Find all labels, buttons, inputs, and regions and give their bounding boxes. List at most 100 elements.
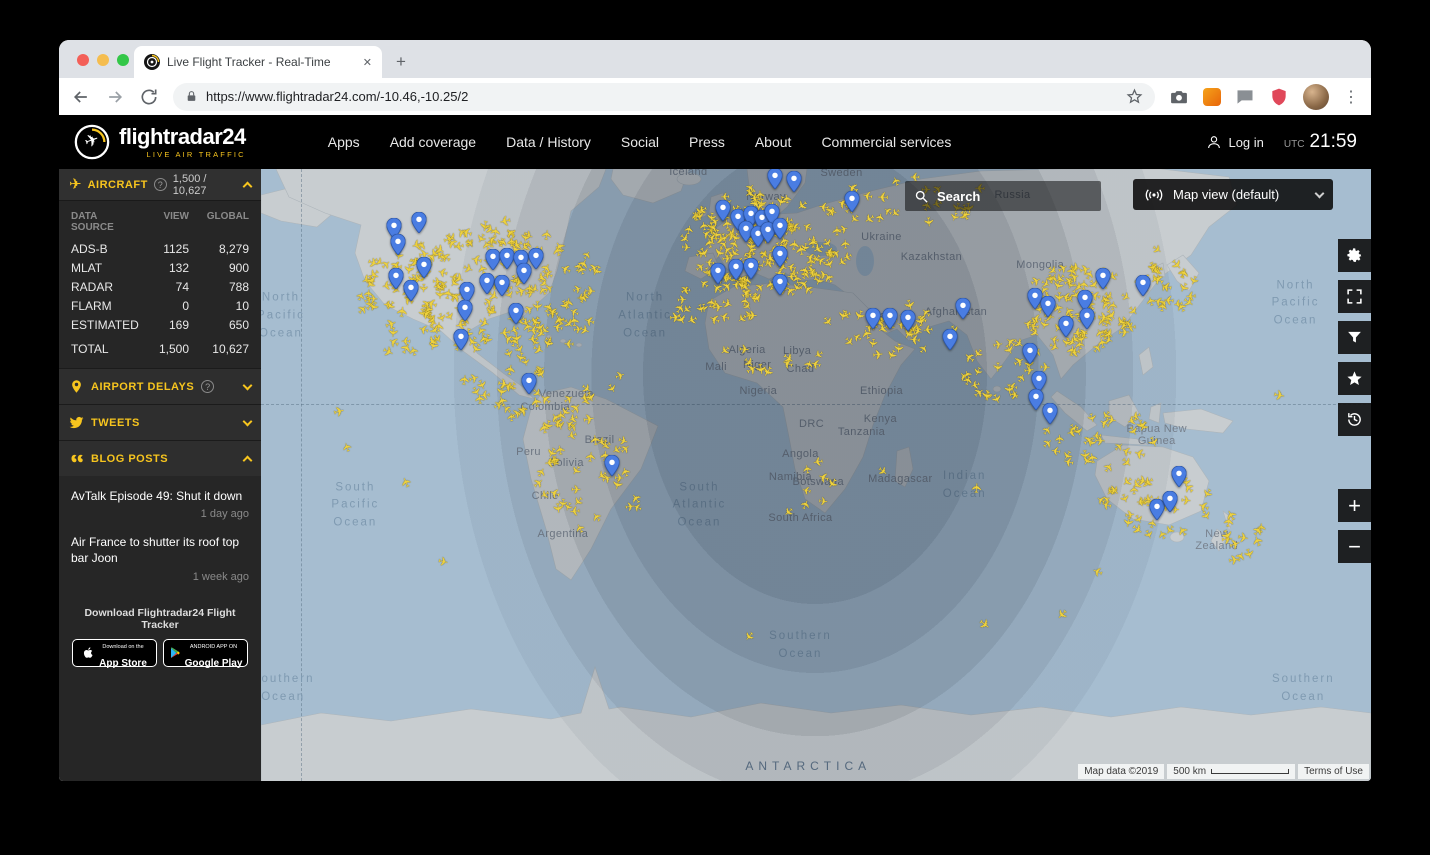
tab-close-icon[interactable]: ✕ [363,56,372,69]
chat-extension-icon[interactable] [1235,87,1255,107]
google-play-badge[interactable]: ANDROID APP ON Google Play [163,638,248,669]
location-pin[interactable] [1027,388,1044,411]
back-icon[interactable] [71,87,91,107]
scale-label: 500 km [1173,766,1207,777]
location-pin[interactable] [1162,490,1178,513]
nav-about[interactable]: About [755,134,792,150]
map-data-credit: Map data ©2019 [1078,764,1165,779]
filter-button[interactable] [1338,321,1371,354]
map-view-selector[interactable]: Map view (default) [1133,179,1333,210]
location-pin[interactable] [1135,274,1152,297]
location-pin[interactable] [479,273,496,296]
nav-apps[interactable]: Apps [328,134,360,150]
fullscreen-button[interactable] [1338,280,1371,313]
location-pin[interactable] [453,328,469,351]
search-input[interactable]: Search [905,181,1101,211]
zoom-in-button[interactable]: + [1338,489,1371,522]
close-window-button[interactable] [77,54,89,66]
location-pin[interactable] [457,299,474,323]
chevron-up-icon[interactable] [242,181,253,191]
location-pin[interactable] [485,248,501,271]
forward-icon[interactable] [105,87,125,107]
location-pin[interactable] [942,328,959,351]
camera-extension-icon[interactable] [1169,87,1189,107]
location-pin[interactable] [1171,465,1187,488]
chevron-up-icon[interactable] [242,455,253,465]
app-store-badge[interactable]: Download on the App Store [72,638,157,669]
aircraft-table: DATA SOURCE VIEW GLOBAL ADS-B 1125 8,279 ML… [59,201,261,368]
login-button[interactable]: Log in [1206,134,1264,150]
nav-press[interactable]: Press [689,134,725,150]
location-pin[interactable] [772,273,789,296]
maximize-window-button[interactable] [117,54,129,66]
new-tab-button[interactable]: + [396,53,406,70]
blog-posts-section[interactable]: BLOG POSTS [59,440,261,476]
location-pin[interactable] [1095,267,1112,290]
fr24-logo[interactable]: ✈ flightradar24 LIVE AIR TRAFFIC [73,123,246,161]
location-pin[interactable] [520,372,537,395]
location-pin[interactable] [882,307,899,330]
blog-post[interactable]: AvTalk Episode 49: Shut it down 1 day ago [71,478,249,524]
location-pin[interactable] [1079,307,1095,330]
favorites-button[interactable] [1338,362,1371,395]
nav-add-coverage[interactable]: Add coverage [390,134,476,150]
location-pin[interactable] [1022,342,1038,365]
profile-avatar[interactable] [1303,83,1329,110]
location-pin[interactable] [728,258,744,282]
location-pin[interactable] [508,303,525,326]
location-pin[interactable] [403,279,419,302]
location-pin[interactable] [388,267,405,290]
address-bar[interactable]: https://www.flightradar24.com/-10.46,-10… [173,82,1155,111]
location-pin[interactable] [710,262,727,285]
orange-extension-icon[interactable] [1203,87,1221,106]
bookmark-star-icon[interactable] [1126,88,1143,105]
minimize-window-button[interactable] [97,54,109,66]
location-pin[interactable] [1057,315,1074,338]
chevron-down-icon[interactable] [242,416,253,426]
favicon-icon [144,54,160,70]
zoom-out-button[interactable]: − [1338,530,1371,563]
location-pin[interactable] [900,309,916,332]
browser-menu-icon[interactable]: ⋮ [1343,87,1359,107]
history-button[interactable] [1338,403,1371,436]
location-pin[interactable] [742,257,759,280]
shield-extension-icon[interactable] [1269,87,1289,107]
location-pin[interactable] [1040,295,1056,318]
settings-button[interactable] [1338,239,1371,272]
terms-of-use-link[interactable]: Terms of Use [1298,764,1369,779]
tweets-section[interactable]: TWEETS [59,404,261,440]
location-pin[interactable] [864,307,881,330]
location-pin[interactable] [389,233,406,256]
airport-delays-section[interactable]: AIRPORT DELAYS ? [59,368,261,404]
location-pin[interactable] [416,256,432,279]
nav-data-history[interactable]: Data / History [506,134,591,150]
utc-time: 21:59 [1309,131,1357,152]
reload-icon[interactable] [139,87,159,107]
location-pin[interactable] [410,211,427,234]
location-pin[interactable] [494,274,510,297]
location-pin[interactable] [603,454,620,477]
location-pin[interactable] [772,245,789,268]
nav-social[interactable]: Social [621,134,659,150]
fr24-nav: Apps Add coverage Data / History Social Pres… [328,134,952,150]
location-pin[interactable] [1042,402,1058,425]
map-canvas[interactable]: North Pacific Ocean North Atlantic Ocean N… [261,169,1371,781]
blog-post[interactable]: Air France to shutter its roof top bar J… [71,524,249,586]
location-pin[interactable] [772,217,789,241]
help-icon[interactable]: ? [153,178,167,191]
location-pin[interactable] [843,190,860,213]
help-icon[interactable]: ? [201,380,215,393]
total-label: TOTAL [71,342,109,356]
location-pin[interactable] [516,262,532,285]
location-pin[interactable] [767,169,783,190]
aircraft-section-header[interactable]: ✈ AIRCRAFT ? 1,500 / 10,627 [59,169,261,201]
chevron-down-icon[interactable] [242,380,253,390]
location-pin[interactable] [714,199,731,222]
browser-tab[interactable]: Live Flight Tracker - Real-Time ✕ [134,46,382,78]
nav-commercial-services[interactable]: Commercial services [821,134,951,150]
location-pin[interactable] [954,297,971,320]
search-icon [915,190,928,203]
aircraft-table-row: RADAR 74 788 [71,280,249,294]
location-pin[interactable] [786,170,802,193]
browser-toolbar: https://www.flightradar24.com/-10.46,-10… [59,78,1371,115]
